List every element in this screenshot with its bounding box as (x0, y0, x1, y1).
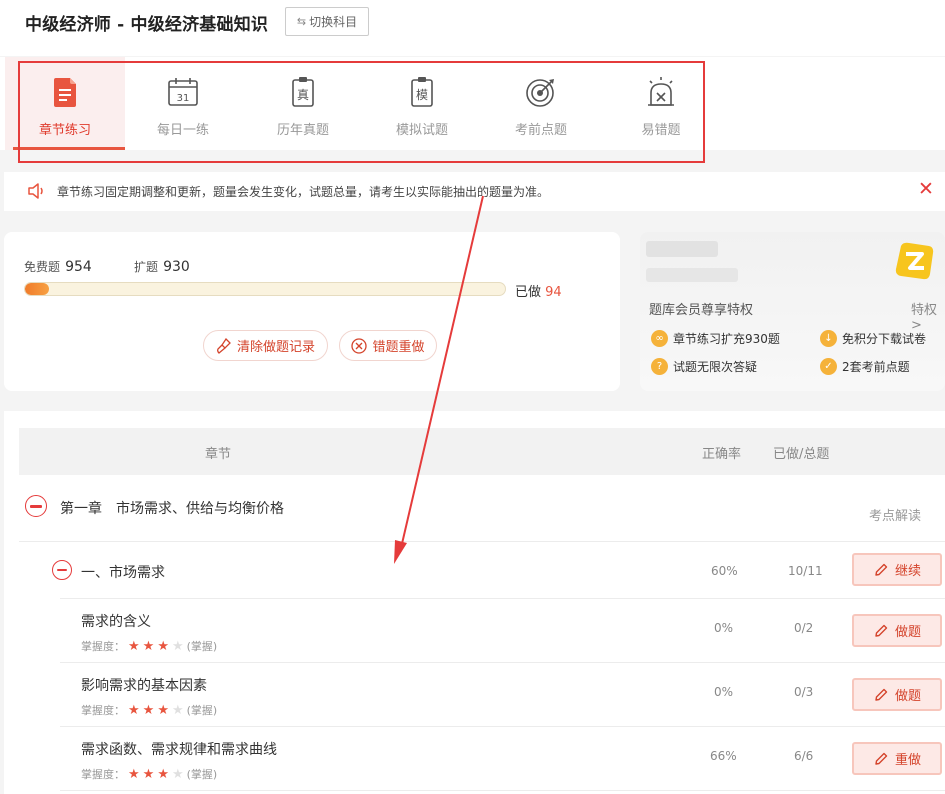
item-done-total: 0/2 (794, 621, 814, 635)
vip-badge-icon (895, 242, 934, 280)
privilege-item: ? 试题无限次答疑 (651, 358, 757, 375)
divider (19, 541, 945, 542)
divider (60, 726, 945, 727)
mastery-rating: 掌握度： ★ ★ ★ ★ (掌握) (81, 766, 218, 782)
section-title: 一、市场需求 (81, 565, 165, 581)
redo-button[interactable]: 重做 (852, 742, 942, 775)
star-icon: ★ (142, 702, 155, 718)
tips-icon: ✓ (820, 358, 837, 375)
star-icon: ★ (171, 638, 184, 654)
speaker-icon (28, 183, 43, 199)
mastery-rating: 掌握度： ★ ★ ★ ★ (掌握) (81, 638, 218, 654)
blurred-info (646, 268, 738, 282)
redo-errors-button[interactable]: 错题重做 (339, 330, 437, 361)
knowledge-point-title[interactable]: 需求函数、需求规律和需求曲线 (81, 739, 277, 759)
progress-fill (25, 283, 49, 295)
switch-icon: ⇆ (296, 15, 307, 28)
item-done-total: 6/6 (794, 749, 814, 763)
member-title: 题库会员尊享特权 (649, 303, 754, 318)
star-icon: ★ (171, 766, 184, 782)
chapter-title: 第一章 市场需求、供给与均衡价格 (60, 501, 284, 517)
broom-icon (217, 337, 231, 354)
star-icon: ★ (128, 766, 140, 782)
item-accuracy: 0% (714, 621, 734, 635)
done-count: 已做 94 (515, 285, 562, 300)
item-accuracy: 0% (714, 685, 734, 699)
knowledge-point-title[interactable]: 需求的含义 (81, 611, 151, 631)
item-done-total: 0/3 (794, 685, 814, 699)
pencil-icon (875, 688, 888, 701)
collapse-chapter-icon[interactable] (25, 495, 47, 517)
stats-card (4, 232, 620, 391)
divider (60, 598, 945, 599)
star-icon: ★ (157, 638, 169, 654)
privilege-item: ∞ 章节练习扩充930题 (651, 330, 780, 347)
switch-subject-button[interactable]: ⇆ 切换科目 (285, 7, 369, 36)
section-done-total: 10/11 (788, 564, 823, 578)
collapse-section-icon[interactable] (52, 560, 72, 580)
divider (60, 790, 945, 791)
question-icon: ? (651, 358, 668, 375)
divider (60, 662, 945, 663)
item-accuracy: 66% (710, 749, 737, 763)
extended-count: 扩题 930 (134, 259, 190, 275)
star-icon: ★ (128, 638, 140, 654)
infinity-icon: ∞ (651, 330, 668, 347)
pencil-icon (875, 752, 888, 765)
section-accuracy: 60% (711, 564, 738, 578)
close-icon[interactable]: ✕ (918, 180, 934, 199)
mastery-rating: 掌握度： ★ ★ ★ ★ (掌握) (81, 702, 218, 718)
star-icon: ★ (157, 702, 169, 718)
progress-bar (24, 282, 506, 296)
free-count: 免费题 954 (24, 259, 92, 275)
practice-button[interactable]: 做题 (852, 678, 942, 711)
star-icon: ★ (128, 702, 140, 718)
star-icon: ★ (157, 766, 169, 782)
key-points-link[interactable]: 考点解读 (869, 505, 921, 524)
pencil-icon (875, 624, 888, 637)
star-icon: ★ (142, 766, 155, 782)
col-chapter: 章节 (205, 447, 232, 462)
pencil-icon (875, 563, 888, 576)
star-icon: ★ (142, 638, 155, 654)
star-icon: ★ (171, 702, 184, 718)
col-accuracy: 正确率 (702, 447, 742, 462)
switch-subject-label: 切换科目 (309, 15, 358, 29)
notice-text: 章节练习固定期调整和更新，题量会发生变化，试题总量，请考生以实际能抽出的题量为准… (57, 185, 550, 199)
error-circle-icon (351, 337, 368, 354)
page-title: 中级经济师 - 中级经济基础知识 (25, 15, 269, 35)
privilege-more-link[interactable]: 特权> (911, 299, 945, 333)
continue-button[interactable]: 继续 (852, 553, 942, 586)
download-icon: ↓ (820, 330, 837, 347)
clear-records-button[interactable]: 清除做题记录 (203, 330, 328, 361)
blurred-username (646, 241, 718, 257)
col-done-total: 已做/总题 (773, 447, 830, 462)
privilege-item: ↓ 免积分下载试卷 (820, 330, 926, 347)
annotation-highlight-box (18, 61, 705, 163)
privilege-item: ✓ 2套考前点题 (820, 358, 910, 375)
knowledge-point-title[interactable]: 影响需求的基本因素 (81, 675, 207, 695)
practice-button[interactable]: 做题 (852, 614, 942, 647)
